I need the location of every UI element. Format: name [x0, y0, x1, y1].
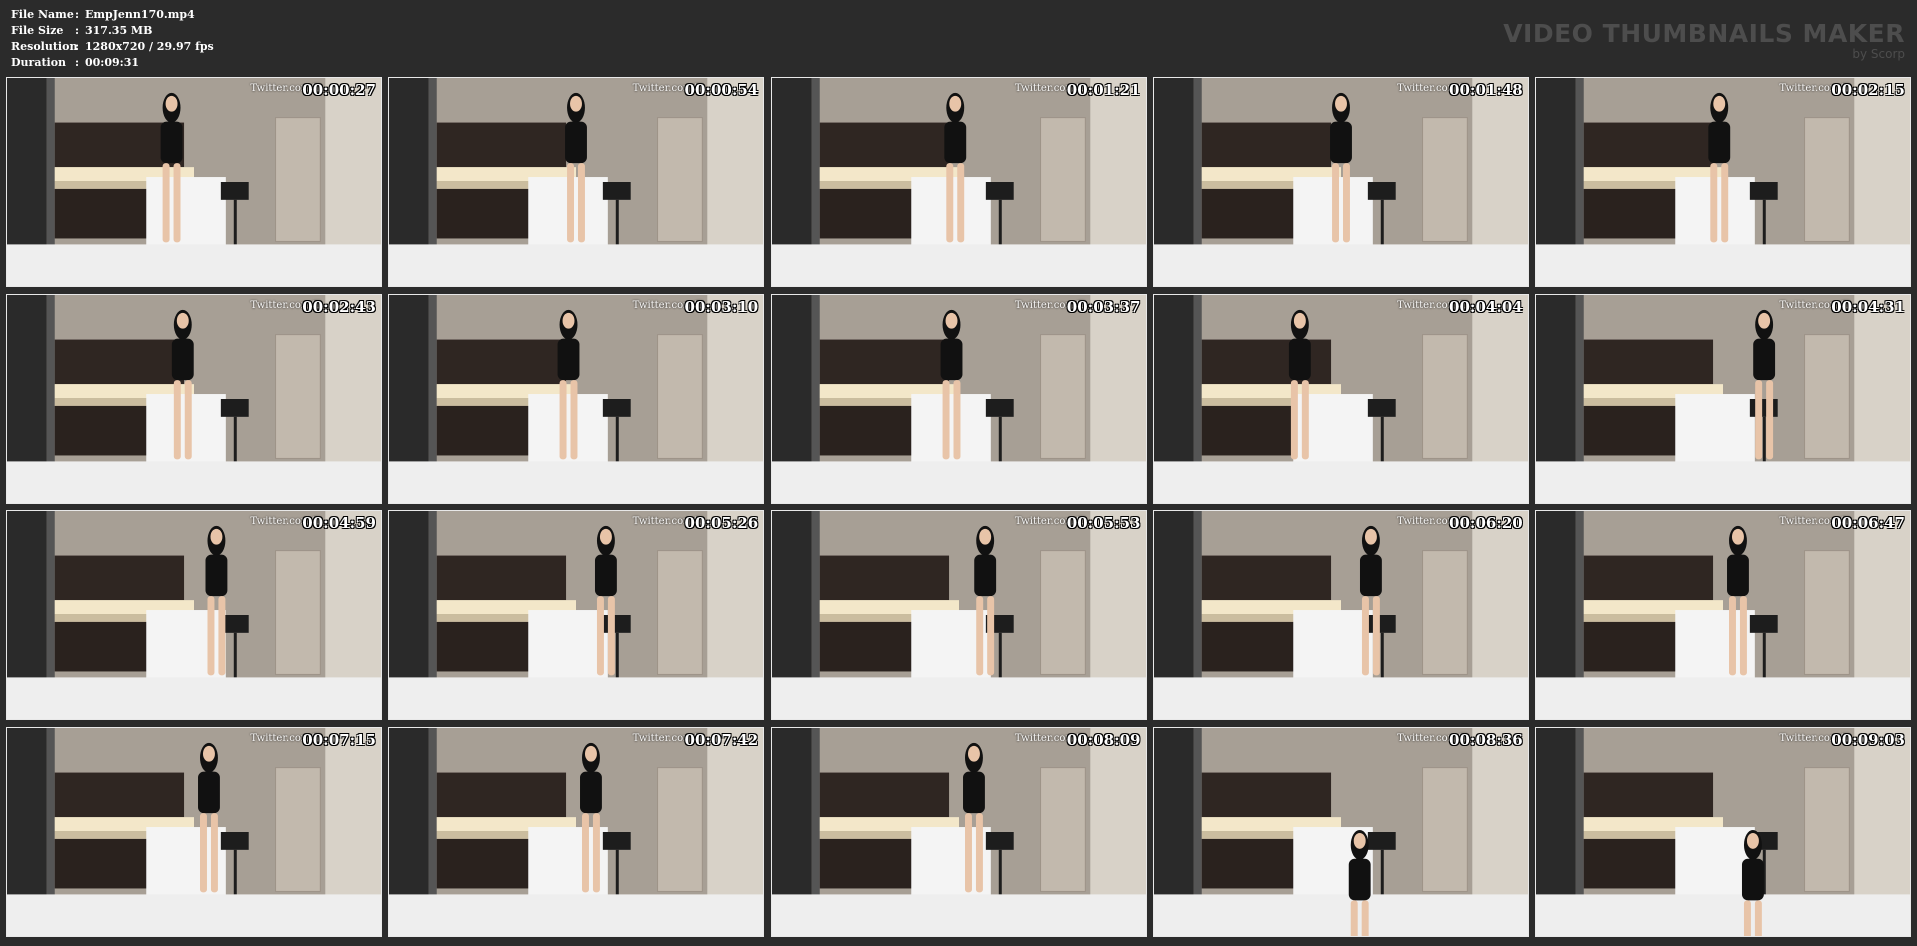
thumbnail-frame: Twitter.com/E 00:07:15 — [6, 726, 382, 937]
frame-timestamp: 00:01:48 — [1449, 81, 1523, 99]
thumbnail-frame: Twitter.com/E 00:08:09 — [770, 726, 1147, 937]
frame-image — [1153, 727, 1528, 936]
thumbnail-frame: Twitter.com/E 00:05:26 — [388, 510, 765, 721]
info-separator: : — [75, 8, 80, 21]
thumbnail-frame: Twitter.com/E 00:03:10 — [388, 293, 765, 504]
frame-image — [1153, 294, 1528, 503]
info-row-resolution: Resolution : 1280x720 / 29.97 fps — [11, 39, 214, 55]
info-value: 317.35 MB — [85, 24, 153, 37]
info-value: 00:09:31 — [85, 56, 140, 69]
frame-timestamp: 00:08:36 — [1449, 730, 1523, 749]
thumbnail-frame: Twitter.com/E 00:04:59 — [6, 510, 382, 721]
thumbnail-frame: Twitter.com/E 00:08:36 — [1152, 726, 1529, 937]
thumbnail-grid: Twitter.com/E 00:00:27 Twitter.com/E 00:00:… — [6, 77, 1911, 941]
frame-image — [389, 294, 764, 503]
thumbnail-frame: Twitter.com/E 00:02:43 — [6, 293, 382, 504]
frame-timestamp: 00:05:53 — [1066, 514, 1141, 533]
frame-timestamp: 00:07:15 — [302, 730, 376, 749]
frame-image — [771, 727, 1146, 936]
frame-timestamp: 00:00:27 — [302, 81, 376, 99]
frame-timestamp: 00:00:54 — [684, 81, 759, 99]
frame-timestamp: 00:06:47 — [1831, 514, 1905, 533]
frame-image — [1536, 78, 1910, 286]
frame-image — [1536, 294, 1910, 503]
frame-image — [771, 78, 1146, 286]
frame-timestamp: 00:03:10 — [684, 297, 759, 316]
frame-timestamp: 00:09:03 — [1831, 730, 1905, 749]
info-row-file-name: File Name : EmpJenn170.mp4 — [11, 7, 214, 23]
frame-image — [7, 78, 381, 286]
info-label: Duration — [11, 56, 67, 69]
thumbnail-frame: Twitter.com/E 00:01:48 — [1152, 77, 1529, 287]
frame-timestamp: 00:01:21 — [1066, 81, 1141, 99]
frame-timestamp: 00:02:15 — [1831, 81, 1905, 99]
frame-timestamp: 00:03:37 — [1066, 297, 1141, 316]
thumbnail-frame: Twitter.com/E 00:02:15 — [1535, 77, 1911, 287]
file-info-panel: File Name : EmpJenn170.mp4 File Size : 3… — [11, 7, 214, 71]
thumbnail-frame: Twitter.com/E 00:04:31 — [1535, 293, 1911, 504]
thumbnail-frame: Twitter.com/E 00:00:27 — [6, 77, 382, 287]
info-value: EmpJenn170.mp4 — [85, 8, 195, 21]
thumbnail-frame: Twitter.com/E 00:04:04 — [1152, 293, 1529, 504]
frame-image — [389, 727, 764, 936]
thumbnail-frame: Twitter.com/E 00:06:47 — [1535, 510, 1911, 721]
frame-timestamp: 00:04:59 — [302, 514, 376, 533]
frame-image — [1153, 511, 1528, 720]
frame-timestamp: 00:07:42 — [684, 730, 759, 749]
frame-image — [7, 727, 381, 936]
thumbnail-frame: Twitter.com/E 00:09:03 — [1535, 726, 1911, 937]
frame-image — [1153, 78, 1528, 286]
thumbnail-frame: Twitter.com/E 00:01:21 — [770, 77, 1147, 287]
frame-image — [389, 78, 764, 286]
brand-subtitle: by Scorp — [1852, 47, 1905, 61]
frame-image — [7, 294, 381, 503]
frame-timestamp: 00:04:04 — [1449, 297, 1523, 316]
info-label: File Size — [11, 24, 64, 37]
info-value: 1280x720 / 29.97 fps — [85, 40, 214, 53]
frame-timestamp: 00:05:26 — [684, 514, 759, 533]
frame-image — [771, 294, 1146, 503]
info-row-file-size: File Size : 317.35 MB — [11, 23, 214, 39]
frame-image — [771, 511, 1146, 720]
brand-logo: VIDEO THUMBNAILS MAKER by Scorp — [1503, 19, 1905, 61]
info-separator: : — [75, 40, 80, 53]
info-separator: : — [75, 56, 80, 69]
frame-timestamp: 00:02:43 — [302, 297, 376, 316]
info-row-duration: Duration : 00:09:31 — [11, 55, 214, 71]
thumbnail-frame: Twitter.com/E 00:05:53 — [770, 510, 1147, 721]
frame-image — [389, 511, 764, 720]
thumbnail-sheet: File Name : EmpJenn170.mp4 File Size : 3… — [0, 0, 1917, 946]
thumbnail-frame: Twitter.com/E 00:06:20 — [1152, 510, 1529, 721]
frame-image — [1536, 727, 1910, 936]
frame-image — [1536, 511, 1910, 720]
info-label: File Name — [11, 8, 74, 21]
frame-timestamp: 00:04:31 — [1831, 297, 1905, 316]
info-separator: : — [75, 24, 80, 37]
frame-timestamp: 00:06:20 — [1449, 514, 1523, 533]
thumbnail-frame: Twitter.com/E 00:03:37 — [770, 293, 1147, 504]
brand-title: VIDEO THUMBNAILS MAKER — [1503, 19, 1905, 48]
frame-image — [7, 511, 381, 720]
thumbnail-frame: Twitter.com/E 00:07:42 — [388, 726, 765, 937]
thumbnail-frame: Twitter.com/E 00:00:54 — [388, 77, 765, 287]
info-label: Resolution — [11, 40, 78, 53]
frame-timestamp: 00:08:09 — [1066, 730, 1141, 749]
